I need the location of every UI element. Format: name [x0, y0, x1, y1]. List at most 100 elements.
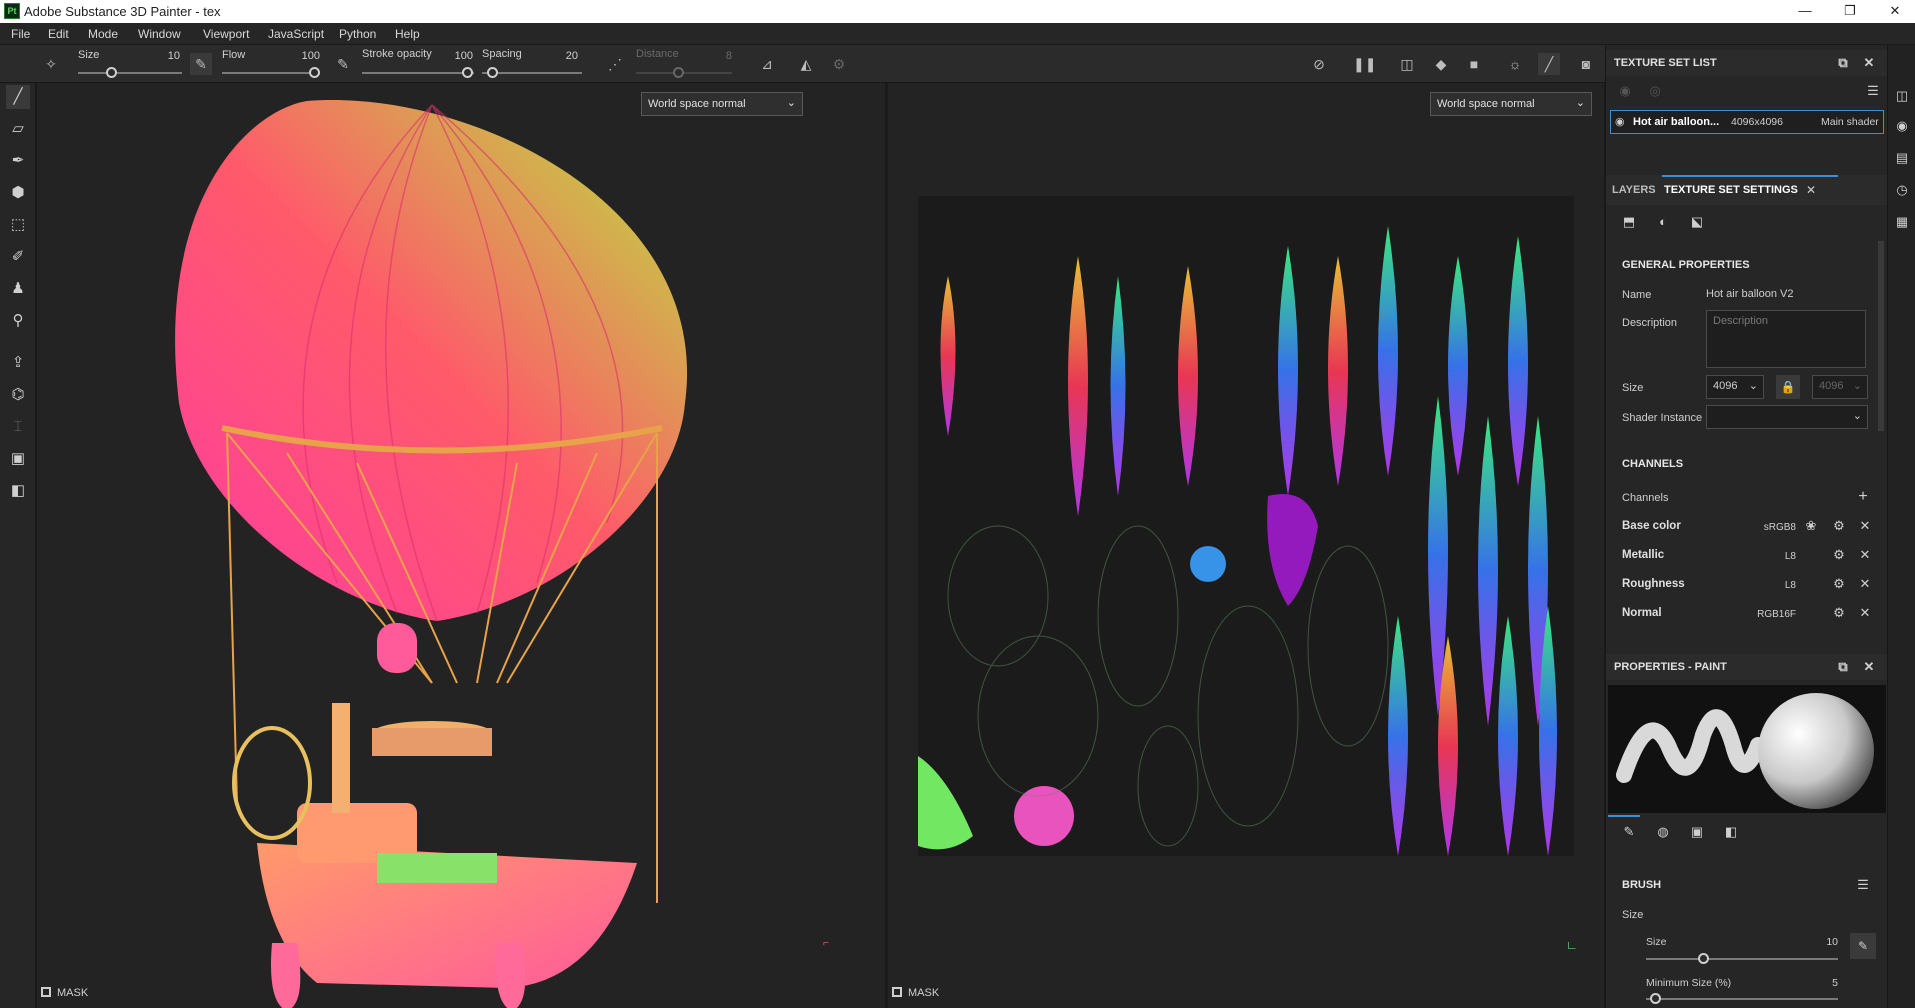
name-value[interactable]: Hot air balloon V2: [1706, 288, 1793, 300]
close-tab-icon[interactable]: ✕: [1806, 183, 1816, 197]
projection-tool-icon[interactable]: ✒: [6, 149, 30, 173]
path-tool-icon[interactable]: ⌬: [6, 383, 30, 407]
visibility-all-icon[interactable]: ◉: [1616, 82, 1634, 100]
channel-format[interactable]: L8: [1751, 580, 1796, 591]
geometry-fill-icon[interactable]: ⬢: [6, 181, 30, 205]
float-panel-icon[interactable]: ⧉: [1834, 54, 1852, 72]
flow-value[interactable]: 100: [290, 50, 320, 62]
eraser-tool-icon[interactable]: ▱: [6, 117, 30, 141]
history-dock-icon[interactable]: ◷: [1893, 181, 1911, 199]
stroke-opacity-value[interactable]: 100: [445, 50, 473, 62]
channel-settings-icon[interactable]: ⚙: [1830, 604, 1848, 622]
split-view-icon[interactable]: ◫: [1396, 53, 1418, 75]
channel-settings-icon[interactable]: ⚙: [1830, 546, 1848, 564]
material-icon[interactable]: ◐: [1654, 213, 1672, 231]
remove-channel-icon[interactable]: ✕: [1856, 517, 1874, 535]
hide-icon[interactable]: ⊘: [1308, 53, 1330, 75]
flow-slider-knob[interactable]: [309, 67, 320, 78]
add-channel-icon[interactable]: +: [1854, 488, 1872, 506]
uv-icon[interactable]: ⬕: [1688, 213, 1706, 231]
menu-viewport[interactable]: Viewport: [203, 27, 249, 41]
channel-format[interactable]: L8: [1751, 551, 1796, 562]
viewport-2d-mode-dropdown[interactable]: World space normal ⌄: [1430, 92, 1592, 116]
menu-edit[interactable]: Edit: [48, 27, 69, 41]
polygon-fill-icon[interactable]: ⬚: [6, 213, 30, 237]
texture-set-item[interactable]: ◉ Hot air balloon... 4096x4096 Main shad…: [1610, 110, 1884, 134]
pen-pressure-flow-icon[interactable]: ✎: [332, 53, 354, 75]
brush-size-slider[interactable]: [1646, 958, 1838, 960]
menu-mode[interactable]: Mode: [88, 27, 118, 41]
mask-toggle-3d[interactable]: MASK: [41, 987, 88, 999]
min-size-knob[interactable]: [1650, 993, 1662, 1004]
clone-tool-icon[interactable]: ♟: [6, 277, 30, 301]
tab-texture-set-settings[interactable]: TEXTURE SET SETTINGS: [1664, 184, 1798, 196]
line-angle-icon[interactable]: ⊿: [756, 53, 778, 75]
lazy-mouse-icon[interactable]: ⋰: [604, 53, 626, 75]
log-dock-icon[interactable]: ▦: [1893, 213, 1911, 231]
camera-icon[interactable]: ■: [1463, 53, 1485, 75]
texture-set-dock-icon[interactable]: ◫: [1893, 87, 1911, 105]
remove-channel-icon[interactable]: ✕: [1856, 546, 1874, 564]
channel-settings-icon[interactable]: ⚙: [1830, 575, 1848, 593]
channel-format[interactable]: sRGB8: [1751, 522, 1796, 533]
pen-pressure-icon[interactable]: ✎: [1850, 933, 1876, 959]
stencil-tab-icon[interactable]: ◧: [1722, 823, 1740, 841]
pause-icon[interactable]: ❚❚: [1353, 53, 1376, 75]
min-size-slider[interactable]: [1646, 998, 1838, 1000]
color-picker-icon[interactable]: ⚲: [6, 309, 30, 333]
flow-slider[interactable]: [222, 72, 320, 74]
size-slider[interactable]: [78, 72, 182, 74]
description-field[interactable]: Description: [1706, 310, 1866, 368]
close-panel-icon[interactable]: ✕: [1860, 54, 1878, 72]
min-size-value[interactable]: 5: [1806, 977, 1838, 989]
remove-channel-icon[interactable]: ✕: [1856, 575, 1874, 593]
pen-pressure-size-icon[interactable]: ✎: [190, 53, 212, 75]
viewport-3d[interactable]: World space normal ⌄ ⌐ MASK: [37, 83, 885, 1008]
brush-settings-icon[interactable]: ⚙: [828, 53, 850, 75]
close-panel-icon[interactable]: ✕: [1860, 658, 1878, 676]
brush-menu-icon[interactable]: ☰: [1854, 876, 1872, 894]
stroke-opacity-slider-knob[interactable]: [462, 67, 473, 78]
assets-dock-icon[interactable]: ▤: [1893, 149, 1911, 167]
symmetry-brush-icon[interactable]: ✧: [40, 53, 62, 75]
remove-channel-icon[interactable]: ✕: [1856, 604, 1874, 622]
smudge-tool-icon[interactable]: ✐: [6, 245, 30, 269]
texture-set-menu-icon[interactable]: ☰: [1864, 82, 1882, 100]
material-tab-icon[interactable]: ◍: [1654, 823, 1672, 841]
paint-mode-icon[interactable]: ╱: [1538, 53, 1560, 75]
brush-size-knob[interactable]: [1698, 953, 1710, 964]
minimize-button[interactable]: —: [1790, 2, 1820, 20]
shader-instance-dropdown[interactable]: ⌄: [1706, 405, 1868, 429]
menu-help[interactable]: Help: [395, 27, 420, 41]
color-profile-icon[interactable]: ❀: [1802, 517, 1820, 535]
light-icon[interactable]: ☼: [1504, 53, 1526, 75]
spacing-slider-knob[interactable]: [487, 67, 498, 78]
measure-icon[interactable]: ⌶: [6, 415, 30, 439]
menu-window[interactable]: Window: [138, 27, 181, 41]
viewport-3d-mode-dropdown[interactable]: World space normal ⌄: [641, 92, 803, 116]
spacing-value[interactable]: 20: [550, 50, 578, 62]
shelf-dock-icon[interactable]: ◉: [1893, 117, 1911, 135]
cube-view-icon[interactable]: ◆: [1430, 53, 1452, 75]
screenshot-icon[interactable]: ◙: [1575, 53, 1597, 75]
lock-icon[interactable]: 🔒: [1776, 375, 1800, 399]
mask-toggle-2d[interactable]: MASK: [892, 987, 939, 999]
paint-tool-icon[interactable]: ╱: [6, 85, 30, 109]
symmetry-icon[interactable]: ◭: [795, 53, 817, 75]
scrollbar[interactable]: [1878, 241, 1884, 431]
solo-icon[interactable]: ◎: [1646, 82, 1664, 100]
size-value[interactable]: 10: [150, 50, 180, 62]
float-panel-icon[interactable]: ⧉: [1834, 658, 1852, 676]
stroke-opacity-slider[interactable]: [362, 72, 474, 74]
menu-file[interactable]: File: [11, 27, 30, 41]
brush-tab-icon[interactable]: ✎: [1620, 823, 1638, 841]
size-dropdown[interactable]: 4096 ⌄: [1706, 375, 1764, 399]
channel-settings-icon[interactable]: ⚙: [1830, 517, 1848, 535]
tab-layers[interactable]: LAYERS: [1612, 184, 1656, 196]
bake-mesh-maps-icon[interactable]: ⬒: [1620, 213, 1638, 231]
size-slider-knob[interactable]: [106, 67, 117, 78]
viewport-2d[interactable]: World space normal ⌄ ∟ MASK: [888, 83, 1604, 1008]
bake-icon[interactable]: ⇪: [6, 351, 30, 375]
close-window-button[interactable]: ✕: [1880, 2, 1910, 20]
channel-format[interactable]: RGB16F: [1751, 609, 1796, 620]
